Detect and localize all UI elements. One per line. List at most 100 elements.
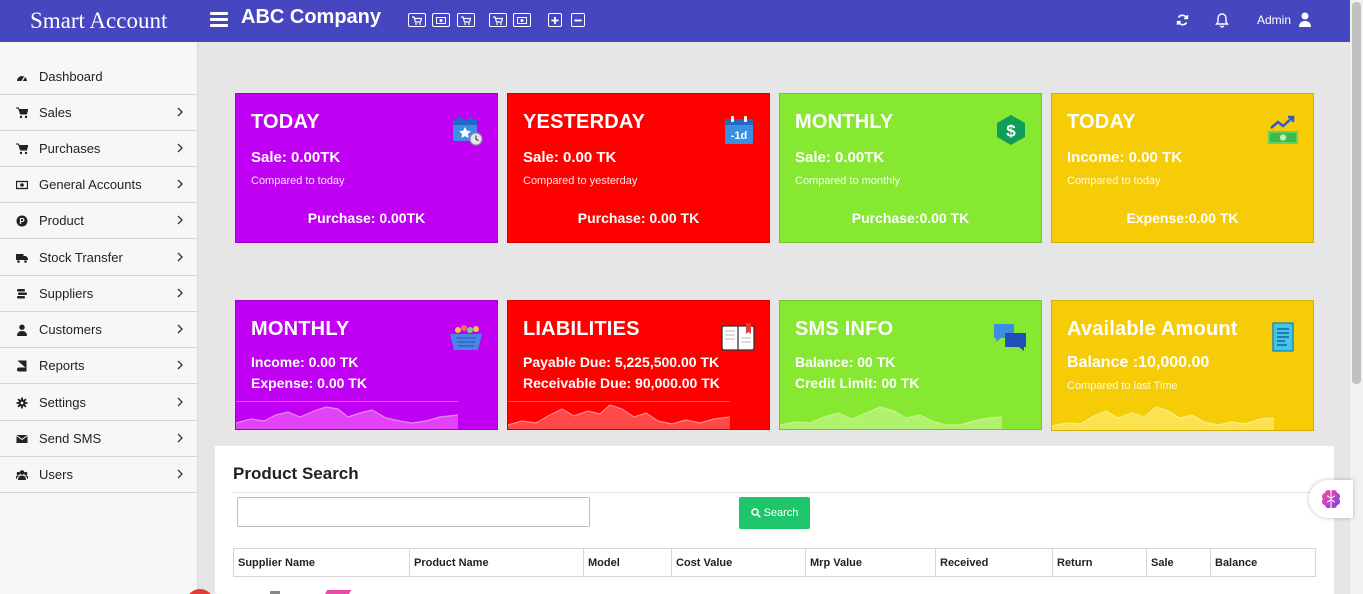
card-income-value: Income: 0.00 TK: [1067, 149, 1183, 166]
dollar-icon: $: [997, 115, 1025, 145]
top-navbar: Smart Account ABC Company Admin: [0, 0, 1350, 42]
sidebar-item-label: Purchases: [39, 141, 101, 156]
return-cart-icon[interactable]: [489, 13, 507, 27]
sidebar-item-label: Product: [39, 213, 84, 228]
monthly-sale-card[interactable]: MONTHLY Sale: 0.00TK Compared to monthly…: [779, 93, 1042, 243]
menu-toggle-icon[interactable]: [210, 12, 228, 28]
chevron-right-icon: [177, 252, 183, 262]
sidebar-item-sales[interactable]: Sales: [0, 95, 197, 131]
card-note: Compared to today: [1067, 175, 1161, 187]
card-title: MONTHLY: [251, 318, 350, 340]
cash-icon[interactable]: [432, 13, 450, 27]
sidebar-item-settings[interactable]: Settings: [0, 385, 197, 421]
sidebar-item-purchases[interactable]: Purchases: [0, 131, 197, 167]
basket-icon: [450, 325, 482, 350]
column-header[interactable]: Received: [935, 548, 1053, 577]
cart-icon: [16, 107, 28, 119]
company-name: ABC Company: [241, 6, 382, 28]
sms-info-card[interactable]: SMS INFO Balance: 00 TK Credit Limit: 00…: [779, 300, 1042, 430]
card-note: Compared to yesterday: [523, 175, 638, 187]
sidebar-item-general-accounts[interactable]: General Accounts: [0, 167, 197, 203]
product-search-input[interactable]: [237, 497, 590, 527]
yesterday-sale-card[interactable]: YESTERDAY Sale: 0.00 TK Compared to yest…: [507, 93, 770, 243]
sidebar-item-label: Customers: [39, 322, 102, 337]
card-title: YESTERDAY: [523, 111, 646, 133]
product-icon: P: [16, 215, 28, 227]
book-icon: [16, 360, 28, 372]
search-button[interactable]: Search: [739, 497, 810, 529]
user-icon[interactable]: [1298, 12, 1312, 28]
today-sale-card[interactable]: TODAY Sale: 0.00TK Compared to today Pur…: [235, 93, 498, 243]
admin-user-menu[interactable]: Admin: [1257, 13, 1291, 27]
card-footer: Purchase: 0.00 TK: [577, 210, 700, 226]
assistant-widget[interactable]: [1309, 480, 1353, 518]
available-amount-card[interactable]: Available Amount Balance :10,000.00 Comp…: [1051, 300, 1314, 431]
sidebar: Dashboard Sales Purchases General Accoun…: [0, 42, 198, 594]
cart-icon: [16, 143, 28, 155]
card-title: Available Amount: [1067, 318, 1238, 340]
svg-text:-1d: -1d: [731, 130, 748, 142]
sidebar-item-send-sms[interactable]: Send SMS: [0, 421, 197, 457]
card-title: TODAY: [1067, 111, 1136, 133]
plus-icon[interactable]: [548, 13, 562, 27]
refresh-icon[interactable]: [1176, 12, 1189, 28]
chevron-right-icon: [177, 324, 183, 334]
sidebar-item-customers[interactable]: Customers: [0, 312, 197, 348]
card-note: Compared to last Time: [1067, 380, 1178, 392]
column-header[interactable]: Balance: [1210, 548, 1316, 577]
app-brand[interactable]: Smart Account: [0, 0, 198, 42]
payment-cash-icon[interactable]: [513, 13, 531, 27]
chevron-right-icon: [177, 215, 183, 225]
column-header[interactable]: Model: [583, 548, 672, 577]
sms-balance-value: Balance: 00 TK: [795, 354, 896, 370]
monthly-income-card[interactable]: MONTHLY Income: 0.00 TK Expense: 0.00 TK: [235, 300, 498, 430]
bell-icon[interactable]: [1214, 12, 1230, 28]
sidebar-item-users[interactable]: Users: [0, 457, 197, 493]
income-sparkline: [236, 401, 458, 429]
column-header[interactable]: Mrp Value: [805, 548, 936, 577]
sidebar-item-label: Dashboard: [39, 69, 103, 84]
column-header[interactable]: Return: [1052, 548, 1147, 577]
panel-title: Product Search: [233, 464, 359, 483]
purchase-cart-icon[interactable]: [457, 13, 475, 27]
calendar-minus-one-icon: -1d: [725, 116, 753, 144]
card-sale-value: Sale: 0.00 TK: [523, 149, 617, 166]
dashboard-icon: [16, 71, 28, 83]
minus-icon[interactable]: [571, 13, 585, 27]
card-title: SMS INFO: [795, 318, 894, 340]
today-income-card[interactable]: TODAY Income: 0.00 TK Compared to today …: [1051, 93, 1314, 243]
svg-text:$: $: [1006, 122, 1016, 141]
chevron-right-icon: [177, 107, 183, 117]
scrollbar-thumb[interactable]: [1352, 2, 1361, 384]
truck-icon: [16, 252, 28, 264]
sidebar-item-suppliers[interactable]: Suppliers: [0, 276, 197, 312]
sidebar-item-reports[interactable]: Reports: [0, 348, 197, 384]
column-header[interactable]: Product Name: [409, 548, 584, 577]
chevron-right-icon: [177, 397, 183, 407]
users-icon: [16, 469, 28, 481]
stack-icon: [16, 288, 28, 300]
sidebar-item-label: General Accounts: [39, 177, 142, 192]
sidebar-item-label: Stock Transfer: [39, 250, 123, 265]
product-table: Supplier Name Product Name Model Cost Va…: [233, 548, 1316, 577]
sidebar-item-dashboard[interactable]: Dashboard: [0, 59, 197, 95]
card-note: Compared to today: [251, 175, 345, 187]
available-sparkline: [1052, 406, 1274, 430]
search-icon: [750, 508, 761, 518]
sidebar-item-label: Reports: [39, 358, 85, 373]
card-title: LIABILITIES: [523, 318, 640, 340]
payable-due-value: Payable Due: 5,225,500.00 TK: [523, 354, 720, 370]
sidebar-item-label: Settings: [39, 395, 86, 410]
table-header-row: Supplier Name Product Name Model Cost Va…: [233, 548, 1316, 577]
column-header[interactable]: Supplier Name: [233, 548, 410, 577]
column-header[interactable]: Cost Value: [671, 548, 806, 577]
sidebar-item-product[interactable]: P Product: [0, 203, 197, 239]
receivable-due-value: Receivable Due: 90,000.00 TK: [523, 375, 720, 391]
sidebar-item-label: Sales: [39, 105, 72, 120]
liabilities-card[interactable]: LIABILITIES Payable Due: 5,225,500.00 TK…: [507, 300, 770, 430]
column-header[interactable]: Sale: [1146, 548, 1211, 577]
chevron-right-icon: [177, 179, 183, 189]
open-book-icon: [721, 323, 755, 351]
sidebar-item-stock-transfer[interactable]: Stock Transfer: [0, 240, 197, 276]
new-sale-cart-icon[interactable]: [408, 13, 426, 27]
